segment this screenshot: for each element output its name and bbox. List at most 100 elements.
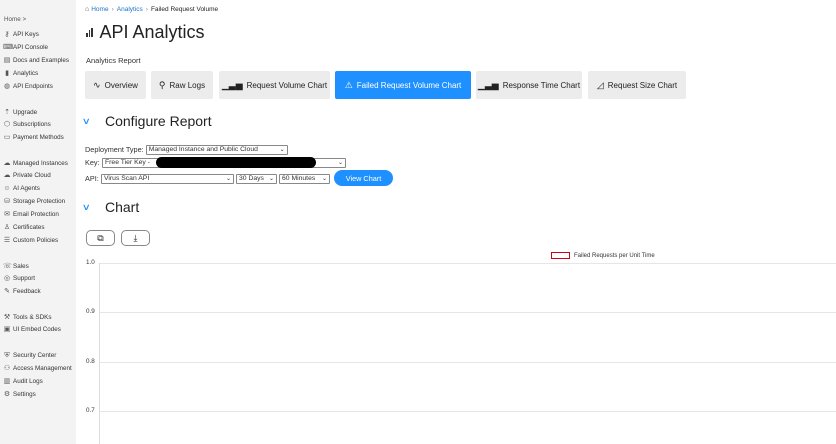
select-arrow-icon: ⌄ <box>321 176 327 182</box>
configure-report-header[interactable]: ∨ Configure Report <box>82 112 212 130</box>
select-arrow-icon: ⌄ <box>279 147 285 153</box>
sidebar-home-link[interactable]: Home > <box>4 16 26 23</box>
tab-raw-logs[interactable]: ⚲ Raw Logs <box>151 71 213 99</box>
sidebar-item-private-cloud[interactable]: ☁ Private Cloud <box>3 170 51 181</box>
configure-report-heading: Configure Report <box>105 113 212 129</box>
key-icon: ⚷ <box>4 30 10 38</box>
breadcrumb: ⌂ Home › Analytics › Failed Request Volu… <box>85 4 218 14</box>
sidebar-item-storage-protection[interactable]: ⛁ Storage Protection <box>3 196 65 207</box>
warning-icon: ⚠ <box>344 79 353 90</box>
sidebar-item-feedback[interactable]: ✎ Feedback <box>3 286 41 297</box>
sidebar-item-label: API Endpoints <box>13 83 53 90</box>
tab-request-volume-chart[interactable]: ▁▃▅ Request Volume Chart <box>219 71 330 99</box>
bar-chart-icon: ▮ <box>5 69 9 77</box>
pulse-icon: ∿ <box>93 79 101 90</box>
tab-label: Raw Logs <box>169 80 206 90</box>
sidebar-item-label: API Console <box>13 44 49 51</box>
copy-button[interactable]: ⧉ <box>86 230 115 246</box>
sidebar-item-ai-agents[interactable]: ☺ AI Agents <box>3 183 40 194</box>
interval-select[interactable]: 60 Minutes ⌄ <box>279 173 330 184</box>
policy-icon: ☰ <box>3 236 11 244</box>
sidebar-item-access-management[interactable]: ⚇ Access Management <box>3 363 72 374</box>
box-icon: ⬡ <box>3 120 11 128</box>
sidebar-item-security-center[interactable]: ⛨ Security Center <box>3 350 56 361</box>
sidebar-item-label: Subscriptions <box>13 121 51 128</box>
deployment-row: Deployment Type: Managed Instance and Pu… <box>85 144 288 155</box>
sidebar-item-upgrade[interactable]: ⇡ Upgrade <box>3 107 37 118</box>
sidebar-item-subscriptions[interactable]: ⬡ Subscriptions <box>3 119 51 130</box>
download-button[interactable]: ⤓ <box>121 230 150 246</box>
tab-request-size-chart[interactable]: ◿ Request Size Chart <box>588 71 686 99</box>
home-icon[interactable]: ⌂ <box>85 6 89 13</box>
sidebar-item-label: Upgrade <box>13 109 38 116</box>
shield-icon: ⛨ <box>4 351 10 359</box>
sidebar: Home > ⚷ API Keys ⌨ API Console ▤ Docs and Ex… <box>0 0 76 444</box>
mail-icon: ✉ <box>4 210 10 218</box>
sidebar-item-audit-logs[interactable]: ▥ Audit Logs <box>3 376 43 387</box>
sidebar-item-label: Audit Logs <box>13 378 43 385</box>
sidebar-item-label: Access Management <box>13 365 72 372</box>
sidebar-item-support[interactable]: ◎ Support <box>3 273 35 284</box>
sidebar-item-api-keys[interactable]: ⚷ API Keys <box>3 29 38 40</box>
sidebar-item-tools-sdks[interactable]: ⚒ Tools & SDKs <box>3 312 52 323</box>
api-select[interactable]: Virus Scan API ⌄ <box>101 173 234 184</box>
deployment-value: Managed Instance and Public Cloud <box>148 146 258 153</box>
redacted-key <box>156 157 316 168</box>
sidebar-item-ui-embed-codes[interactable]: ▣ UI Embed Codes <box>3 324 61 335</box>
sidebar-item-label: Tools & SDKs <box>13 314 52 321</box>
interval-value: 60 Minutes <box>282 175 316 182</box>
sidebar-item-label: Security Center <box>13 352 57 359</box>
sidebar-item-label: Email Protection <box>13 211 59 218</box>
y-axis-line <box>99 263 100 444</box>
breadcrumb-home[interactable]: Home <box>91 6 108 13</box>
sidebar-item-label: Analytics <box>13 70 39 77</box>
chevron-down-icon[interactable]: ∨ <box>82 116 99 127</box>
chart-gridline <box>99 263 836 264</box>
tab-failed-request-volume-chart[interactable]: ⚠ Failed Request Volume Chart <box>335 71 471 99</box>
cloud-icon: ☁ <box>3 159 11 167</box>
sidebar-item-docs-and-examples[interactable]: ▤ Docs and Examples <box>3 55 69 66</box>
copy-icon: ⧉ <box>97 232 104 243</box>
sidebar-item-api-console[interactable]: ⌨ API Console <box>3 42 48 53</box>
sidebar-item-sales[interactable]: ☏ Sales <box>3 261 29 272</box>
tab-overview[interactable]: ∿ Overview <box>85 71 146 99</box>
wrench-icon: ⚒ <box>3 313 11 321</box>
tab-label: Request Volume Chart <box>246 80 328 90</box>
sidebar-item-analytics[interactable]: ▮ Analytics <box>3 68 38 79</box>
card-icon: ▭ <box>3 133 11 141</box>
sidebar-item-api-endpoints[interactable]: ◍ API Endpoints <box>3 81 53 92</box>
chevron-down-icon[interactable]: ∨ <box>82 202 99 213</box>
sidebar-item-managed-instances[interactable]: ☁ Managed Instances <box>3 158 68 169</box>
chart-legend: Failed Requests per Unit Time <box>551 251 655 260</box>
sidebar-item-label: Support <box>13 275 36 282</box>
sidebar-item-label: Docs and Examples <box>13 57 69 64</box>
sidebar-item-label: Custom Policies <box>13 237 59 244</box>
select-arrow-icon: ⌄ <box>225 176 231 182</box>
sidebar-item-label: Settings <box>13 391 36 398</box>
page-title-text: API Analytics <box>99 21 205 42</box>
breadcrumb-analytics[interactable]: Analytics <box>117 6 143 13</box>
select-arrow-icon: ⌄ <box>268 176 274 182</box>
chart-gridline <box>99 312 836 313</box>
users-icon: ⚇ <box>3 364 11 372</box>
y-tick-label: 1.0 <box>86 259 95 266</box>
docs-icon: ▤ <box>3 56 11 64</box>
support-icon: ◎ <box>3 274 11 282</box>
legend-swatch <box>551 252 570 259</box>
deployment-select[interactable]: Managed Instance and Public Cloud ⌄ <box>145 144 288 155</box>
chart-section-header[interactable]: ∨ Chart <box>82 198 140 216</box>
sidebar-item-settings[interactable]: ⚙ Settings <box>3 389 36 400</box>
y-tick-label: 0.8 <box>86 358 95 365</box>
page-title: API Analytics <box>86 20 205 44</box>
sidebar-item-certificates[interactable]: ♙ Certificates <box>3 222 45 233</box>
sidebar-item-email-protection[interactable]: ✉ Email Protection <box>3 209 59 220</box>
sidebar-item-custom-policies[interactable]: ☰ Custom Policies <box>3 235 58 246</box>
sidebar-item-label: Managed Instances <box>13 160 68 167</box>
tab-response-time-chart[interactable]: ▁▃▅ Response Time Chart <box>476 71 582 99</box>
cloud-lock-icon: ☁ <box>3 171 11 179</box>
range-select[interactable]: 30 Days ⌄ <box>236 173 277 184</box>
api-row: API: Virus Scan API ⌄ 30 Days ⌄ 60 Minutes… <box>85 173 330 184</box>
sidebar-item-payment-methods[interactable]: ▭ Payment Methods <box>3 132 64 143</box>
sidebar-item-label: Payment Methods <box>13 134 64 141</box>
view-chart-button[interactable]: View Chart <box>334 170 393 186</box>
